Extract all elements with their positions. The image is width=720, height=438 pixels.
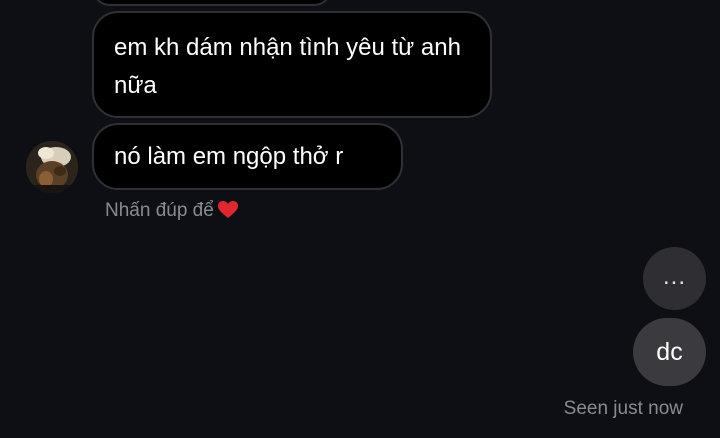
avatar-image [26,141,78,193]
message-bubble-incoming[interactable]: em kh dám nhận tình yêu từ anh nữa [92,11,492,118]
hint-text: Nhấn đúp để [105,200,214,221]
seen-status: Seen just now [563,398,683,419]
heart-icon [217,201,238,226]
message-text: em kh dám nhận tình yêu từ anh nữa [114,34,461,99]
typing-dots: ... [662,263,686,290]
typing-indicator: ... [643,247,706,310]
message-text: dc [656,338,683,366]
message-bubble-incoming[interactable]: nó làm em ngộp thở r [92,123,403,190]
message-bubble-outgoing[interactable]: dc [633,318,706,386]
message-text: nó làm em ngộp thở r [114,143,344,170]
avatar[interactable] [26,141,78,193]
message-bubble-partial[interactable] [92,0,332,6]
double-tap-hint: Nhấn đúp để [105,199,238,226]
